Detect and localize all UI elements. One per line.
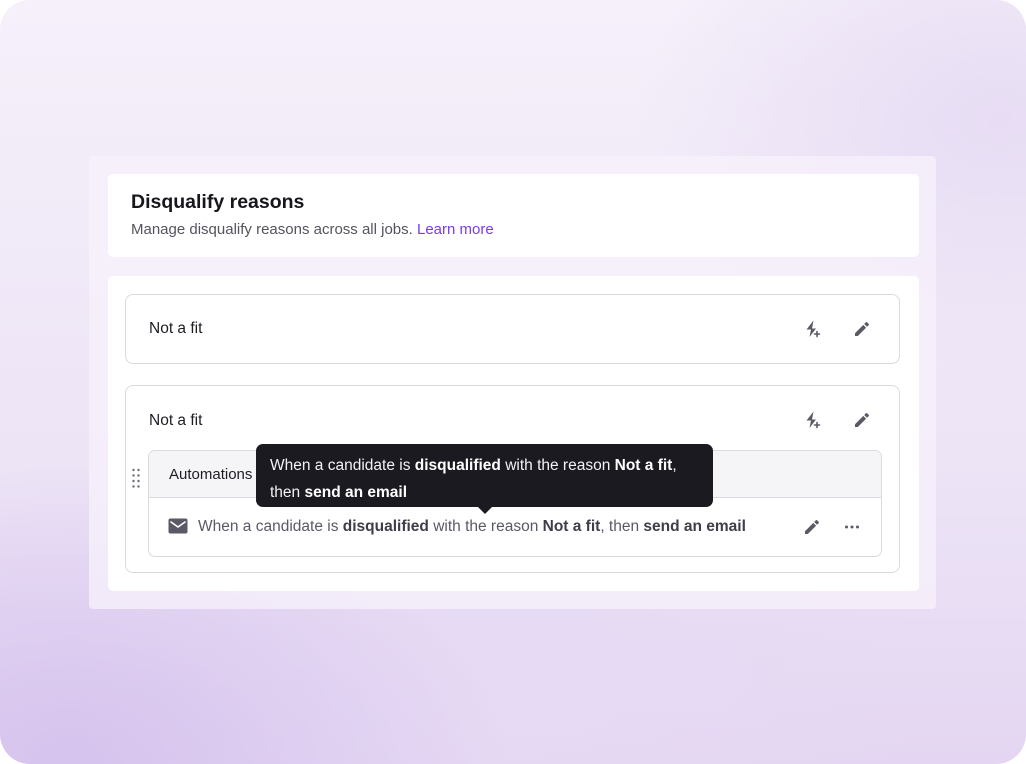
- edit-reason-button[interactable]: [849, 316, 875, 342]
- header-card: Disqualify reasons Manage disqualify rea…: [108, 174, 919, 257]
- page-title: Disqualify reasons: [131, 191, 305, 213]
- drag-dots-icon: [132, 468, 140, 488]
- edit-reason-button[interactable]: [849, 407, 875, 433]
- bolt-plus-icon: [806, 320, 821, 338]
- pencil-icon: [805, 520, 819, 534]
- automations-label: Automations: [169, 466, 253, 483]
- reason-name: Not a fit: [149, 320, 203, 337]
- subtitle-text: Manage disqualify reasons across all job…: [131, 221, 413, 238]
- drag-handle[interactable]: [131, 468, 141, 490]
- automation-tooltip: When a candidate is disqualified with th…: [256, 444, 713, 507]
- background: Disqualify reasons Manage disqualify rea…: [0, 0, 1026, 764]
- page-subtitle: Manage disqualify reasons across all job…: [131, 221, 494, 238]
- mail-icon: [168, 518, 188, 534]
- edit-automation-button[interactable]: [799, 514, 825, 540]
- tooltip-arrow: [477, 506, 493, 514]
- learn-more-link[interactable]: Learn more: [417, 221, 494, 238]
- pencil-icon: [855, 413, 869, 427]
- pencil-icon: [855, 322, 869, 336]
- reasons-list: Not a fit Not a fit Automations When a c…: [108, 276, 919, 591]
- add-automation-button[interactable]: [799, 316, 825, 342]
- reason-card: Not a fit: [125, 294, 900, 364]
- add-automation-button[interactable]: [799, 407, 825, 433]
- more-options-button[interactable]: [839, 514, 865, 540]
- reason-name: Not a fit: [149, 412, 203, 429]
- automation-description: When a candidate is disqualified with th…: [198, 518, 746, 535]
- more-horizontal-icon: [845, 525, 859, 529]
- bolt-plus-icon: [806, 411, 821, 429]
